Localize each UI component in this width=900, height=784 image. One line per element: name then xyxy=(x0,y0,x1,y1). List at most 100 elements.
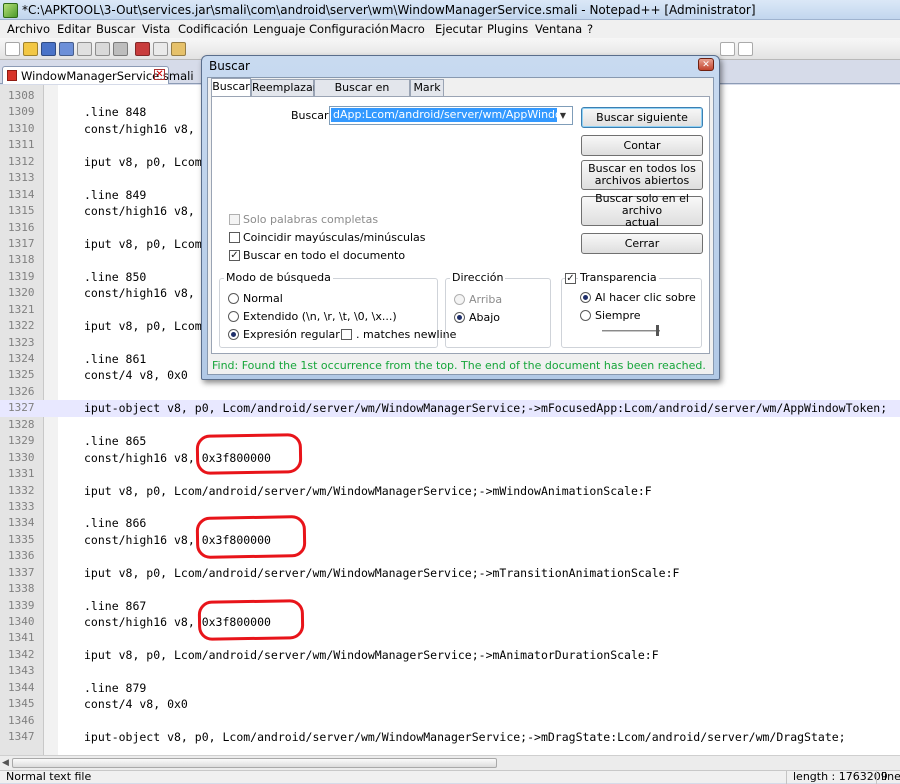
code-line[interactable]: 1333 xyxy=(0,499,900,515)
find-in-current-doc-label-1: Buscar solo en el archivo xyxy=(595,192,689,217)
code-line[interactable]: 1347 iput-object v8, p0, Lcom/android/ser… xyxy=(0,729,900,745)
code-line[interactable]: 1344 .line 879 xyxy=(0,680,900,696)
close-all-icon[interactable] xyxy=(95,42,110,56)
code-line[interactable]: 1329 .line 865 xyxy=(0,433,900,449)
code-line[interactable]: 1331 xyxy=(0,466,900,482)
menu-macro[interactable]: Macro xyxy=(390,22,425,36)
cut-icon[interactable] xyxy=(135,42,150,56)
code-line[interactable]: 1327 iput-object v8, p0, Lcom/android/ser… xyxy=(0,400,900,417)
find-all-open-docs-button[interactable]: Buscar en todos los archivos abiertos xyxy=(581,160,703,190)
paste-icon[interactable] xyxy=(171,42,186,56)
code-line[interactable]: 1326 xyxy=(0,384,900,400)
match-case-checkbox[interactable] xyxy=(229,232,240,243)
whole-word-checkbox[interactable] xyxy=(229,214,240,225)
menu-archivo[interactable]: Archivo xyxy=(7,22,50,36)
new-file-icon[interactable] xyxy=(5,42,20,56)
transparency-slider-thumb[interactable] xyxy=(656,325,660,336)
horizontal-scrollbar[interactable]: ◀ xyxy=(0,755,900,770)
menu-plugins[interactable]: Plugins xyxy=(487,22,528,36)
mode-regex-radio[interactable] xyxy=(228,329,239,340)
mode-extended-radio[interactable] xyxy=(228,311,239,322)
whole-word-label: Solo palabras completas xyxy=(243,213,379,226)
line-number: 1318 xyxy=(8,253,35,267)
on-lose-focus-radio[interactable] xyxy=(580,292,591,303)
code-line[interactable]: 1330 const/high16 v8, 0x3f800000 xyxy=(0,450,900,466)
always-radio[interactable] xyxy=(580,310,591,321)
find-input[interactable]: dApp:Lcom/android/server/wm/AppWindowTok… xyxy=(329,106,573,125)
direction-up-radio[interactable] xyxy=(454,294,465,305)
menu-help[interactable]: ? xyxy=(587,22,593,36)
menu-ventana[interactable]: Ventana xyxy=(535,22,582,36)
code-line[interactable]: 1341 xyxy=(0,630,900,646)
copy-icon[interactable] xyxy=(153,42,168,56)
transparency-label: Transparencia xyxy=(578,271,659,284)
code-line[interactable]: 1328 xyxy=(0,417,900,433)
menu-codificacion[interactable]: Codificación xyxy=(178,22,248,36)
notepadpp-app-icon xyxy=(3,3,18,18)
direction-down-radio[interactable] xyxy=(454,312,465,323)
line-number: 1323 xyxy=(8,335,35,349)
mode-normal-radio[interactable] xyxy=(228,293,239,304)
save-icon[interactable] xyxy=(41,42,56,56)
count-button[interactable]: Contar xyxy=(581,135,703,156)
line-number: 1324 xyxy=(8,352,35,365)
print-icon[interactable] xyxy=(113,42,128,56)
code-line[interactable]: 1345 const/4 v8, 0x0 xyxy=(0,696,900,712)
tab-close-icon[interactable]: ✕ xyxy=(154,69,165,80)
open-folder-icon[interactable] xyxy=(23,42,38,56)
code-line[interactable]: 1335 const/high16 v8, 0x3f800000 xyxy=(0,532,900,548)
wrap-around-checkbox[interactable]: ✓ xyxy=(229,250,240,261)
combo-dropdown-icon[interactable]: ▼ xyxy=(556,109,570,122)
code-line[interactable]: 1336 xyxy=(0,548,900,564)
tab-buscar[interactable]: Buscar xyxy=(211,78,251,97)
code-line[interactable]: 1332 iput v8, p0, Lcom/android/server/wm/… xyxy=(0,483,900,499)
code-line[interactable]: 1342 iput v8, p0, Lcom/android/server/wm/… xyxy=(0,647,900,663)
line-code: iput v8, p0, Lcom/android/server/wm/Wind… xyxy=(84,647,659,662)
code-line[interactable]: 1346 xyxy=(0,713,900,729)
find-in-current-doc-button[interactable]: Buscar solo en el archivo actual xyxy=(581,192,703,229)
menu-buscar[interactable]: Buscar xyxy=(96,22,135,36)
unsaved-file-icon xyxy=(7,70,17,81)
code-line[interactable]: 1340 const/high16 v8, 0x3f800000 xyxy=(0,614,900,630)
save-all-icon[interactable] xyxy=(59,42,74,56)
close-button[interactable]: Cerrar xyxy=(581,233,703,254)
line-number: 1338 xyxy=(8,582,35,596)
close-file-icon[interactable] xyxy=(77,42,92,56)
tab-reemplazar[interactable]: Reemplazar xyxy=(251,79,317,96)
spellcheck-icon[interactable] xyxy=(720,42,735,56)
transparency-checkbox[interactable]: ✓ xyxy=(565,273,576,284)
horizontal-scroll-thumb[interactable] xyxy=(12,758,497,768)
menu-ejecutar[interactable]: Ejecutar xyxy=(435,22,482,36)
menu-vista[interactable]: Vista xyxy=(142,22,170,36)
matches-newline-checkbox[interactable] xyxy=(341,329,352,340)
code-line[interactable]: 1334 .line 866 xyxy=(0,515,900,531)
menu-configuracion[interactable]: Configuración xyxy=(309,22,389,36)
tab-buscar-en-archivos[interactable]: Buscar en archivos xyxy=(314,79,410,110)
line-number: 1335 xyxy=(8,532,35,546)
spellcheck-options-icon[interactable] xyxy=(738,42,753,56)
tab-mark[interactable]: Mark xyxy=(410,79,444,96)
line-status: line xyxy=(881,770,900,783)
line-number: 1341 xyxy=(8,631,35,645)
direction-down-label: Abajo xyxy=(469,311,501,324)
code-line[interactable]: 1343 xyxy=(0,663,900,679)
menu-lenguaje[interactable]: Lenguaje xyxy=(253,22,305,36)
dialog-body: Buscar Reemplazar Buscar en archivos Mar… xyxy=(207,77,714,375)
find-next-button[interactable]: Buscar siguiente xyxy=(581,107,703,128)
line-code: .line 850 xyxy=(84,269,147,284)
transparency-slider[interactable] xyxy=(602,330,660,332)
line-code: const/4 v8, 0x0 xyxy=(84,697,188,712)
menu-editar[interactable]: Editar xyxy=(57,22,91,36)
document-tab[interactable]: WindowManagerService.smali ✕ xyxy=(2,66,194,84)
mode-extended-label: Extendido (\n, \r, \t, \0, \x...) xyxy=(243,310,397,323)
line-number: 1312 xyxy=(8,154,35,168)
line-code: .line 879 xyxy=(84,680,147,695)
direction-up-label: Arriba xyxy=(469,293,503,306)
dialog-close-icon[interactable]: ✕ xyxy=(698,58,714,71)
matches-newline-label: . matches newline xyxy=(356,328,457,341)
code-line[interactable]: 1337 iput v8, p0, Lcom/android/server/wm/… xyxy=(0,565,900,581)
code-line[interactable]: 1339 .line 867 xyxy=(0,598,900,614)
dialog-title: Buscar xyxy=(209,59,250,73)
code-line[interactable]: 1338 xyxy=(0,581,900,597)
red-annotation-circle xyxy=(197,599,305,641)
